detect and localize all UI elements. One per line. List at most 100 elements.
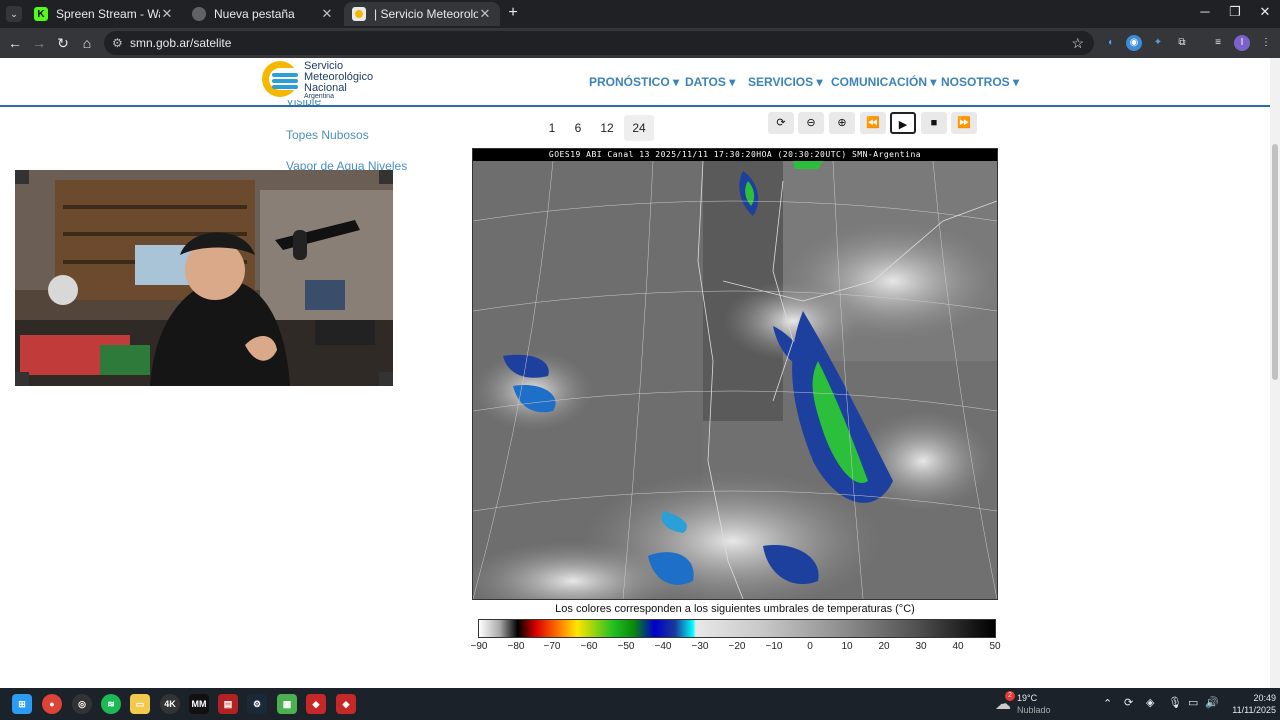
tab-title: Nueva pestaña <box>214 7 295 21</box>
extension-2-icon[interactable]: ◉ <box>1126 35 1142 51</box>
sidebar-item-topes-nubosos[interactable]: Topes Nubosos <box>286 128 369 142</box>
close-tab-icon[interactable]: ✕ <box>478 6 492 22</box>
site-header: Servicio Meteorológico Nacional Argentin… <box>0 58 1270 107</box>
sidebar-item-visible[interactable]: Visible <box>286 100 321 109</box>
clock-date[interactable]: 11/11/2025 <box>1222 705 1276 715</box>
windows-taskbar: ⊞ ● ◎ ≋ ▭ 4K MM ▤ ⚙ ▦ ◆ ◆ ☁ 2 19°C Nubla… <box>0 688 1280 720</box>
display-icon[interactable]: ▭ <box>1188 696 1198 709</box>
restore-icon[interactable]: ❐ <box>1220 4 1250 20</box>
start-icon[interactable]: ⊞ <box>12 694 32 714</box>
menu-datos[interactable]: DATOS ▾ <box>685 75 735 89</box>
play-button[interactable]: ▶ <box>890 112 916 134</box>
stop-button[interactable]: ■ <box>921 112 947 134</box>
tab-spreen-stream[interactable]: K Spreen Stream - Watch Live on ✕ <box>26 2 182 26</box>
tab-title: | Servicio Meteorologico Nacio <box>374 7 478 21</box>
weather-badge: 2 <box>1005 691 1015 701</box>
smn-logo-mark <box>262 61 298 97</box>
spotify-icon[interactable]: ≋ <box>101 694 121 714</box>
media-control-icon[interactable]: ≡ <box>1210 35 1226 51</box>
weather-temp[interactable]: 19°C <box>1017 693 1037 703</box>
tick-label: −70 <box>543 641 561 652</box>
menu-comunicacion[interactable]: COMUNICACIÓN ▾ <box>831 75 936 89</box>
app-red-1-icon[interactable]: ◆ <box>306 694 326 714</box>
browser-toolbar: ← → ↻ ⌂ ⚙ smn.gob.ar/satelite ☆ ◖ ◉ ✦ ⧉ … <box>0 28 1280 58</box>
address-bar[interactable]: ⚙ smn.gob.ar/satelite ☆ <box>104 31 1094 55</box>
tick-label: 50 <box>989 641 1001 652</box>
close-tab-icon[interactable]: ✕ <box>160 6 174 22</box>
steam-icon[interactable]: ⚙ <box>247 694 267 714</box>
temperature-colorbar <box>478 619 996 638</box>
app-red-2-icon[interactable]: ◆ <box>336 694 356 714</box>
sync-icon[interactable]: ⟳ <box>1124 696 1133 709</box>
tick-label: −80 <box>507 641 525 652</box>
chrome-taskbar-icon[interactable]: ● <box>42 694 62 714</box>
app-multi-icon[interactable]: ▤ <box>218 694 238 714</box>
tick-label: −40 <box>654 641 672 652</box>
satellite-map <box>473 161 997 599</box>
refresh-button[interactable]: ⟳ <box>768 112 794 134</box>
tick-label: 30 <box>915 641 927 652</box>
hours-12-button[interactable]: 12 <box>592 115 622 141</box>
app-4k-icon[interactable]: 4K <box>160 694 180 714</box>
microphone-icon[interactable]: 🎙 <box>1168 696 1182 709</box>
profile-avatar[interactable]: I <box>1234 35 1250 51</box>
hours-1-button[interactable]: 1 <box>540 115 564 141</box>
home-icon[interactable]: ⌂ <box>76 33 98 53</box>
tray-expand-icon[interactable]: ⌃ <box>1103 697 1112 710</box>
tick-label: 40 <box>952 641 964 652</box>
tick-label: −10 <box>765 641 783 652</box>
kick-icon: K <box>34 7 48 21</box>
volume-icon[interactable]: 🔊 <box>1205 696 1219 709</box>
overlay-corner <box>379 170 393 184</box>
rewind-button[interactable]: ⏪ <box>860 112 886 134</box>
zoom-out-button[interactable]: ⊖ <box>798 112 824 134</box>
hours-6-button[interactable]: 6 <box>566 115 590 141</box>
tick-label: −60 <box>580 641 598 652</box>
tab-strip: ⌄ K Spreen Stream - Watch Live on ✕ Nuev… <box>0 0 1280 28</box>
tick-label: −90 <box>470 641 488 652</box>
obs-icon[interactable]: ◎ <box>72 694 92 714</box>
extension-1-icon[interactable]: ◖ <box>1102 35 1118 51</box>
smn-logo[interactable]: Servicio Meteorológico Nacional Argentin… <box>262 60 392 100</box>
webcam-scene <box>15 170 393 386</box>
scrollbar-thumb[interactable] <box>1272 144 1278 380</box>
close-tab-icon[interactable]: ✕ <box>320 6 334 22</box>
tick-label: −50 <box>617 641 635 652</box>
bookmark-star-icon[interactable]: ☆ <box>1071 31 1084 55</box>
zoom-in-button[interactable]: ⊕ <box>829 112 855 134</box>
new-tab-button[interactable]: + <box>504 4 522 22</box>
fast-forward-button[interactable]: ⏩ <box>951 112 977 134</box>
webcam-overlay <box>15 170 393 386</box>
menu-pronostico[interactable]: PRONÓSTICO ▾ <box>589 75 679 89</box>
page-scrollbar[interactable] <box>1270 58 1280 688</box>
app-mm-icon[interactable]: MM <box>189 694 209 714</box>
overlay-corner <box>15 372 29 386</box>
minimize-icon[interactable]: ─ <box>1190 4 1220 19</box>
tick-label: −20 <box>728 641 746 652</box>
weather-desc[interactable]: Nublado <box>1017 705 1051 715</box>
minecraft-icon[interactable]: ▦ <box>277 694 297 714</box>
extension-3-icon[interactable]: ✦ <box>1150 35 1166 51</box>
menu-servicios[interactable]: SERVICIOS ▾ <box>748 75 823 89</box>
file-explorer-icon[interactable]: ▭ <box>130 694 150 714</box>
menu-nosotros[interactable]: NOSOTROS ▾ <box>941 75 1019 89</box>
extensions-puzzle-icon[interactable]: ⧉ <box>1174 35 1190 51</box>
back-icon[interactable]: ← <box>4 33 26 53</box>
clock-time[interactable]: 20:49 <box>1240 693 1276 703</box>
url-text: smn.gob.ar/satelite <box>130 36 232 50</box>
close-window-icon[interactable]: ✕ <box>1250 4 1280 20</box>
more-menu-icon[interactable]: ⋮ <box>1258 35 1274 51</box>
forward-icon[interactable]: → <box>28 33 50 53</box>
satellite-image: GOES19 ABI Canal 13 2025/11/11 17:30:20H… <box>472 148 998 600</box>
reload-icon[interactable]: ↻ <box>52 33 74 53</box>
smn-icon <box>352 7 366 21</box>
network-app-icon[interactable]: ◈ <box>1146 696 1154 709</box>
tab-nueva-pestana[interactable]: Nueva pestaña ✕ <box>184 2 342 26</box>
site-info-icon[interactable]: ⚙ <box>112 31 123 55</box>
tab-smn[interactable]: | Servicio Meteorologico Nacio ✕ <box>344 2 500 26</box>
hours-24-button[interactable]: 24 <box>624 115 654 141</box>
satellite-title: GOES19 ABI Canal 13 2025/11/11 17:30:20H… <box>473 149 997 161</box>
tab-search-button[interactable]: ⌄ <box>6 6 22 22</box>
overlay-corner <box>379 372 393 386</box>
tick-label: −30 <box>691 641 709 652</box>
